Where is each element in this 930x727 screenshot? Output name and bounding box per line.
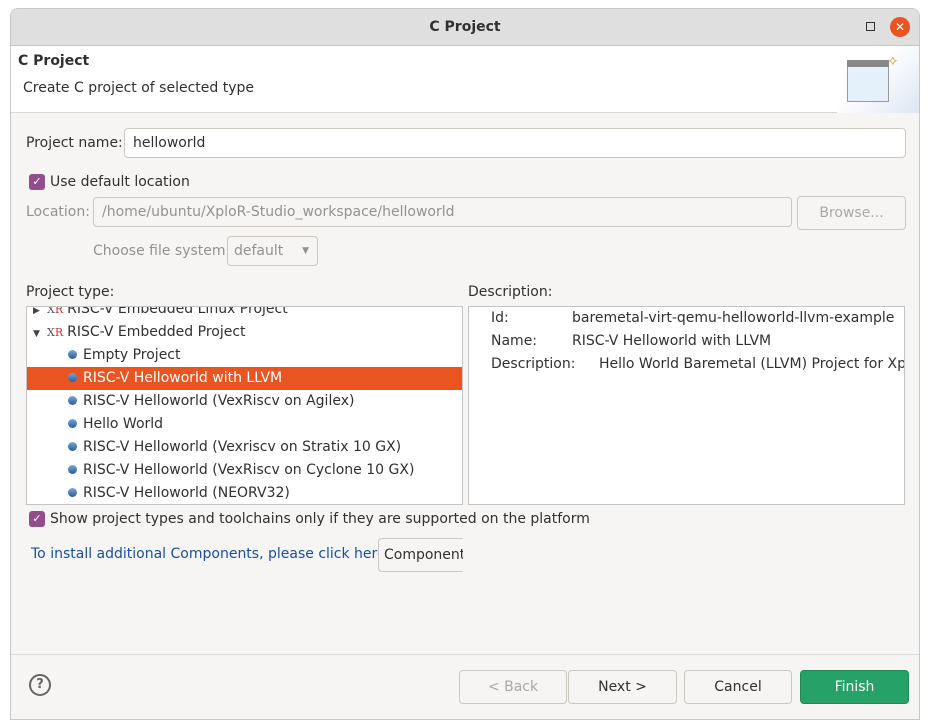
finish-button[interactable]: Finish xyxy=(800,670,909,704)
show-supported-label: Show project types and toolchains only i… xyxy=(50,511,590,527)
tree-item[interactable]: RISC-V Helloworld (Vexriscv on Stratix 1… xyxy=(27,436,462,459)
xr-logo-icon: XR xyxy=(47,326,64,339)
desc-description-value: Hello World Baremetal (LLVM) Project for… xyxy=(599,356,905,372)
xr-logo-icon: XR xyxy=(47,306,64,316)
tree-item[interactable]: RISC-V Helloworld (VexRiscv on Agilex) xyxy=(27,390,462,413)
template-icon xyxy=(68,373,77,382)
wizard-banner-icon: ✧ xyxy=(837,46,919,113)
tree-item-label: Empty Project xyxy=(83,347,181,363)
tree-item-label: RISC-V Embedded Linux Project xyxy=(67,306,288,317)
tree-item[interactable]: ▶ XR RISC-V Embedded Linux Project xyxy=(27,306,462,321)
tree-item-selected[interactable]: RISC-V Helloworld with LLVM xyxy=(27,367,462,390)
back-button[interactable]: < Back xyxy=(459,670,567,704)
use-default-location-label: Use default location xyxy=(50,174,190,190)
chevron-down-icon: ▼ xyxy=(302,246,309,256)
install-components-text: To install additional Components, please… xyxy=(31,546,391,562)
page-subtitle: Create C project of selected type xyxy=(23,80,254,96)
tree-item-label: RISC-V Embedded Project xyxy=(67,324,246,340)
project-type-tree[interactable]: ▶ XR RISC-V Embedded Linux Project ▼ XR RISC… xyxy=(26,306,463,505)
tree-item[interactable]: ▼ XR RISC-V Embedded Project xyxy=(27,321,462,344)
show-supported-checkbox[interactable]: ✓ xyxy=(29,511,45,527)
dialog-window: C Project ✕ C Project Create C project o… xyxy=(10,8,920,720)
next-button[interactable]: Next > xyxy=(568,670,677,704)
location-label: Location: xyxy=(26,204,90,220)
tree-item-label: RISC-V Helloworld (VexRiscv on Agilex) xyxy=(83,393,355,409)
template-icon xyxy=(68,442,77,451)
tree-item[interactable]: RISC-V Helloworld (NEORV32) xyxy=(27,482,462,504)
use-default-location-checkbox[interactable]: ✓ xyxy=(29,174,45,190)
expanded-arrow-icon[interactable]: ▼ xyxy=(33,323,47,346)
close-icon[interactable]: ✕ xyxy=(890,17,910,37)
project-name-input[interactable]: helloworld xyxy=(124,128,906,158)
template-icon xyxy=(68,396,77,405)
description-panel: Id: baremetal-virt-qemu-helloworld-llvm-… xyxy=(468,306,905,505)
description-label: Description: xyxy=(468,284,553,300)
window-title: C Project xyxy=(429,19,501,35)
file-system-label: Choose file system: xyxy=(93,243,231,259)
tree-item-label: Hello World xyxy=(83,416,164,432)
cancel-button[interactable]: Cancel xyxy=(684,670,792,704)
template-icon xyxy=(68,350,77,359)
template-icon xyxy=(68,488,77,497)
project-type-label: Project type: xyxy=(26,284,115,300)
tree-item[interactable]: Hello World xyxy=(27,413,462,436)
project-name-label: Project name: xyxy=(26,135,123,151)
tree-item-label: RISC-V Helloworld (VexRiscv on Cyclone 1… xyxy=(83,462,415,478)
page-title: C Project xyxy=(18,53,90,69)
tree-item-label: RISC-V Helloworld with LLVM xyxy=(83,370,283,386)
file-system-select[interactable]: default ▼ xyxy=(227,236,318,266)
tree-item-label: RISC-V Helloworld (Vexriscv on Stratix 1… xyxy=(83,439,402,455)
maximize-icon[interactable] xyxy=(866,22,875,31)
template-icon xyxy=(68,419,77,428)
file-system-value: default xyxy=(234,243,284,259)
tree-item[interactable]: Empty Project xyxy=(27,344,462,367)
location-input[interactable]: /home/ubuntu/XploR-Studio_workspace/hell… xyxy=(93,197,792,227)
desc-id-value: baremetal-virt-qemu-helloworld-llvm-exam… xyxy=(572,310,895,326)
help-icon[interactable]: ? xyxy=(29,674,51,696)
tree-item[interactable]: RISC-V Helloworld (VexRiscv on Cyclone 1… xyxy=(27,459,462,482)
desc-name-value: RISC-V Helloworld with LLVM xyxy=(572,333,772,349)
browse-button[interactable]: Browse... xyxy=(797,196,906,230)
components-button[interactable]: Components xyxy=(378,538,463,572)
title-bar: C Project ✕ xyxy=(11,9,919,46)
footer-divider xyxy=(11,654,919,655)
wizard-header: C Project Create C project of selected t… xyxy=(11,46,919,113)
template-icon xyxy=(68,465,77,474)
tree-item-label: RISC-V Helloworld (NEORV32) xyxy=(83,485,290,501)
